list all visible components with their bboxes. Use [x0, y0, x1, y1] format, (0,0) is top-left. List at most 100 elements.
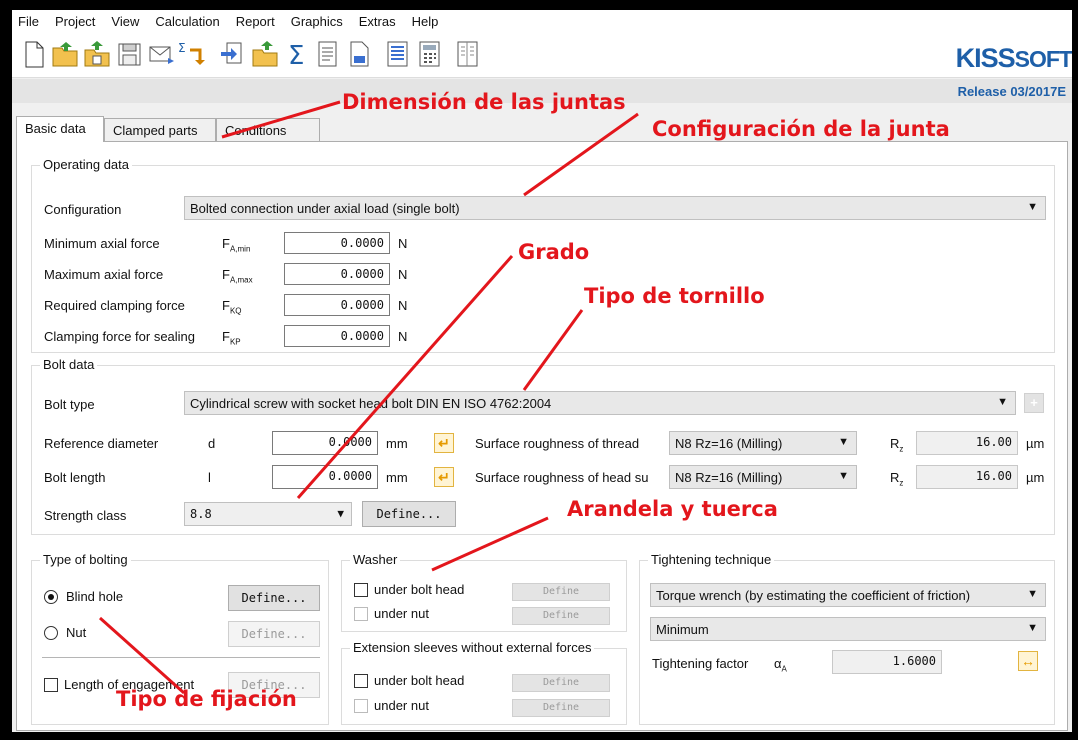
- operating-data-title: Operating data: [40, 157, 133, 172]
- bolt-length-input[interactable]: 0.0000: [272, 465, 378, 489]
- rz-head-value: 16.00: [916, 465, 1018, 489]
- head-roughness-label: Surface roughness of head su: [475, 470, 649, 485]
- menu-report[interactable]: Report: [236, 14, 275, 29]
- sealing-clamping-force-symbol: FKP: [222, 329, 241, 347]
- rz-thread-value: 16.00: [916, 431, 1018, 455]
- tightening-technique-select[interactable]: Torque wrench (by estimating the coeffic…: [650, 583, 1046, 607]
- information-icon[interactable]: [452, 38, 482, 70]
- add-bolt-icon[interactable]: +: [1024, 393, 1044, 413]
- sleeve-nut-checkbox[interactable]: [354, 699, 368, 713]
- washer-head-checkbox[interactable]: [354, 583, 368, 597]
- washer-head-define-button[interactable]: Define: [512, 583, 610, 601]
- blind-hole-radio[interactable]: [44, 590, 58, 604]
- strength-class-select[interactable]: 8.8 ▼: [184, 502, 352, 526]
- tightening-technique-title: Tightening technique: [648, 552, 775, 567]
- report-icon[interactable]: [312, 38, 342, 70]
- drawing-icon[interactable]: [344, 38, 374, 70]
- bolt-type-select[interactable]: Cylindrical screw with socket head bolt …: [184, 391, 1016, 415]
- washer-nut-define-button[interactable]: Define: [512, 607, 610, 625]
- sum-arrow-icon[interactable]: Σ: [176, 38, 206, 70]
- reference-diameter-input[interactable]: 0.0000: [272, 431, 378, 455]
- tightening-level-select[interactable]: Minimum ▼: [650, 617, 1046, 641]
- tightening-level-value: Minimum: [656, 622, 709, 637]
- define-blind-hole-button[interactable]: Define...: [228, 585, 320, 611]
- head-roughness-select[interactable]: N8 Rz=16 (Milling) ▼: [669, 465, 857, 489]
- bolt-length-arrow-icon[interactable]: ↵: [434, 467, 454, 487]
- svg-text:Σ: Σ: [178, 41, 186, 55]
- menu-graphics[interactable]: Graphics: [291, 14, 343, 29]
- annotation-configuracion: Configuración de la junta: [652, 117, 950, 141]
- sleeve-nut-label: under nut: [374, 698, 429, 713]
- thread-roughness-select[interactable]: N8 Rz=16 (Milling) ▼: [669, 431, 857, 455]
- washer-nut-label: under nut: [374, 606, 429, 621]
- bolt-length-symbol: l: [208, 470, 211, 485]
- strength-class-value: 8.8: [190, 507, 212, 521]
- reference-diameter-symbol: d: [208, 436, 216, 451]
- calculate-sum-icon[interactable]: Σ: [282, 38, 312, 70]
- min-axial-force-label: Minimum axial force: [44, 236, 160, 251]
- washer-nut-checkbox[interactable]: [354, 607, 368, 621]
- annotation-grado: Grado: [518, 240, 590, 264]
- chevron-down-icon: ▼: [1027, 588, 1038, 600]
- strength-class-label: Strength class: [44, 508, 127, 523]
- annotation-tornillo: Tipo de tornillo: [584, 284, 765, 308]
- tightening-technique-value: Torque wrench (by estimating the coeffic…: [656, 588, 971, 603]
- sleeve-head-define-button[interactable]: Define: [512, 674, 610, 692]
- reference-diameter-arrow-icon[interactable]: ↵: [434, 433, 454, 453]
- svg-text:Σ: Σ: [288, 41, 304, 70]
- head-roughness-value: N8 Rz=16 (Milling): [675, 470, 783, 485]
- save-icon[interactable]: [114, 38, 144, 70]
- tightening-factor-swap-icon[interactable]: ↔: [1018, 651, 1038, 671]
- chevron-down-icon: ▼: [1027, 201, 1038, 213]
- bolting-divider: [42, 657, 320, 658]
- min-axial-force-input[interactable]: 0.0000: [284, 232, 390, 254]
- nut-radio[interactable]: [44, 626, 58, 640]
- min-axial-force-unit: N: [398, 236, 408, 251]
- bolt-type-value: Cylindrical screw with socket head bolt …: [190, 396, 552, 411]
- engagement-checkbox[interactable]: [44, 678, 58, 692]
- sleeve-nut-define-button[interactable]: Define: [512, 699, 610, 717]
- menu-bar: File Project View Calculation Report Gra…: [12, 10, 1072, 32]
- sealing-clamping-force-unit: N: [398, 329, 408, 344]
- application-window: File Project View Calculation Report Gra…: [12, 10, 1072, 732]
- tightening-technique-group: Tightening technique Torque wrench (by e…: [639, 552, 1055, 725]
- sleeve-head-checkbox[interactable]: [354, 674, 368, 688]
- menu-extras[interactable]: Extras: [359, 14, 396, 29]
- open-folder-icon[interactable]: [50, 38, 80, 70]
- bolt-data-title: Bolt data: [40, 357, 98, 372]
- max-axial-force-symbol: FA,max: [222, 267, 253, 285]
- chevron-down-icon: ▼: [838, 436, 849, 448]
- import-icon[interactable]: [218, 38, 248, 70]
- menu-file[interactable]: File: [18, 14, 39, 29]
- menu-view[interactable]: View: [111, 14, 139, 29]
- calculator-icon[interactable]: [414, 38, 444, 70]
- tab-clamped-parts[interactable]: Clamped parts: [104, 118, 216, 142]
- basic-data-panel: Operating data Configuration Bolted conn…: [16, 141, 1068, 731]
- configuration-select[interactable]: Bolted connection under axial load (sing…: [184, 196, 1046, 220]
- chevron-down-icon: ▼: [1027, 622, 1038, 634]
- menu-calculation[interactable]: Calculation: [155, 14, 219, 29]
- email-icon[interactable]: [146, 38, 176, 70]
- new-file-icon[interactable]: [18, 38, 48, 70]
- tab-conditions[interactable]: Conditions: [216, 118, 320, 142]
- results-list-icon[interactable]: [382, 38, 412, 70]
- menu-help[interactable]: Help: [412, 14, 439, 29]
- required-clamping-force-unit: N: [398, 298, 408, 313]
- open-project-icon[interactable]: [82, 38, 112, 70]
- washer-group: Washer under bolt head Define under nut …: [341, 552, 627, 632]
- tightening-factor-symbol: αA: [774, 656, 787, 674]
- sealing-clamping-force-label: Clamping force for sealing: [44, 329, 196, 344]
- washer-title: Washer: [350, 552, 401, 567]
- tab-basic-data[interactable]: Basic data: [16, 116, 104, 142]
- menu-project[interactable]: Project: [55, 14, 95, 29]
- sealing-clamping-force-input[interactable]: 0.0000: [284, 325, 390, 347]
- required-clamping-force-input[interactable]: 0.0000: [284, 294, 390, 316]
- open-example-icon[interactable]: [250, 38, 280, 70]
- chevron-down-icon: ▼: [337, 507, 344, 520]
- define-nut-button[interactable]: Define...: [228, 621, 320, 647]
- tightening-factor-label: Tightening factor: [652, 656, 749, 671]
- annotation-dimension: Dimensión de las juntas: [342, 90, 626, 114]
- max-axial-force-input[interactable]: 0.0000: [284, 263, 390, 285]
- chevron-down-icon: ▼: [997, 396, 1008, 408]
- define-strength-button[interactable]: Define...: [362, 501, 456, 527]
